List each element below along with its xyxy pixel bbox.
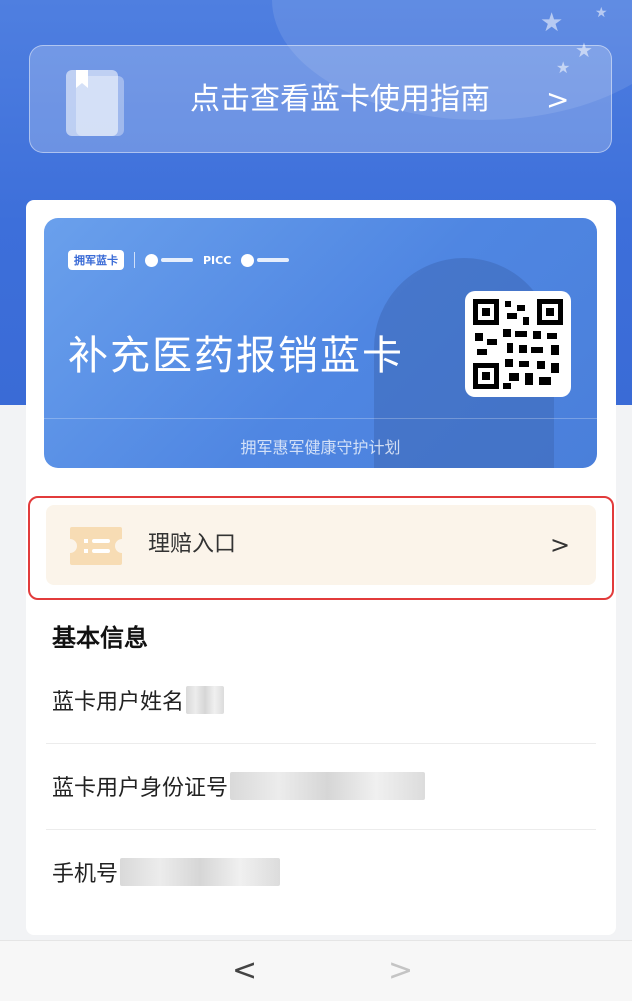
claim-entry-button[interactable]: 理赔入口 > xyxy=(46,505,596,585)
basic-info-title: 基本信息 xyxy=(52,624,148,652)
usage-guide-banner[interactable]: 点击查看蓝卡使用指南 > xyxy=(29,45,612,153)
browser-bottom-nav: < > xyxy=(0,940,632,1001)
back-arrow-icon[interactable]: < xyxy=(232,941,257,1001)
info-label: 手机号 xyxy=(52,862,119,887)
info-row-name: 蓝卡用户姓名 xyxy=(46,657,596,744)
brand-badge: 拥军蓝卡 xyxy=(68,250,124,270)
partner-logo-1 xyxy=(145,253,193,267)
card-title: 补充医药报销蓝卡 xyxy=(68,333,404,379)
guide-label: 点击查看蓝卡使用指南 xyxy=(190,82,490,117)
info-row-id-number: 蓝卡用户身份证号 xyxy=(46,743,596,830)
chevron-right-icon: > xyxy=(546,83,570,116)
star-icon: ★ xyxy=(540,8,564,38)
partner-logo-3 xyxy=(241,253,290,267)
card-footer-text: 拥军惠军健康守护计划 xyxy=(240,438,401,457)
masked-value xyxy=(230,772,426,800)
masked-value xyxy=(186,686,225,714)
masked-value xyxy=(120,858,281,886)
partner-logos: 拥军蓝卡 PICC xyxy=(68,249,290,271)
partner-logo-picc: PICC xyxy=(203,253,232,267)
chevron-right-icon: > xyxy=(550,531,571,559)
card-footer-divider xyxy=(44,418,597,419)
info-row-phone: 手机号 xyxy=(46,829,596,915)
blue-membership-card: 拥军蓝卡 PICC 补充医药报销蓝卡 拥军惠军健康守护计划 xyxy=(44,218,597,468)
info-label: 蓝卡用户姓名 xyxy=(52,690,185,715)
forward-arrow-icon[interactable]: > xyxy=(388,941,413,1001)
qr-code-icon[interactable] xyxy=(465,291,571,397)
claim-entry-label: 理赔入口 xyxy=(148,532,237,557)
star-icon: ★ xyxy=(595,5,608,21)
claim-ticket-icon xyxy=(70,527,122,565)
guide-book-icon xyxy=(66,70,124,136)
info-label: 蓝卡用户身份证号 xyxy=(52,776,229,801)
logo-divider xyxy=(134,252,135,268)
